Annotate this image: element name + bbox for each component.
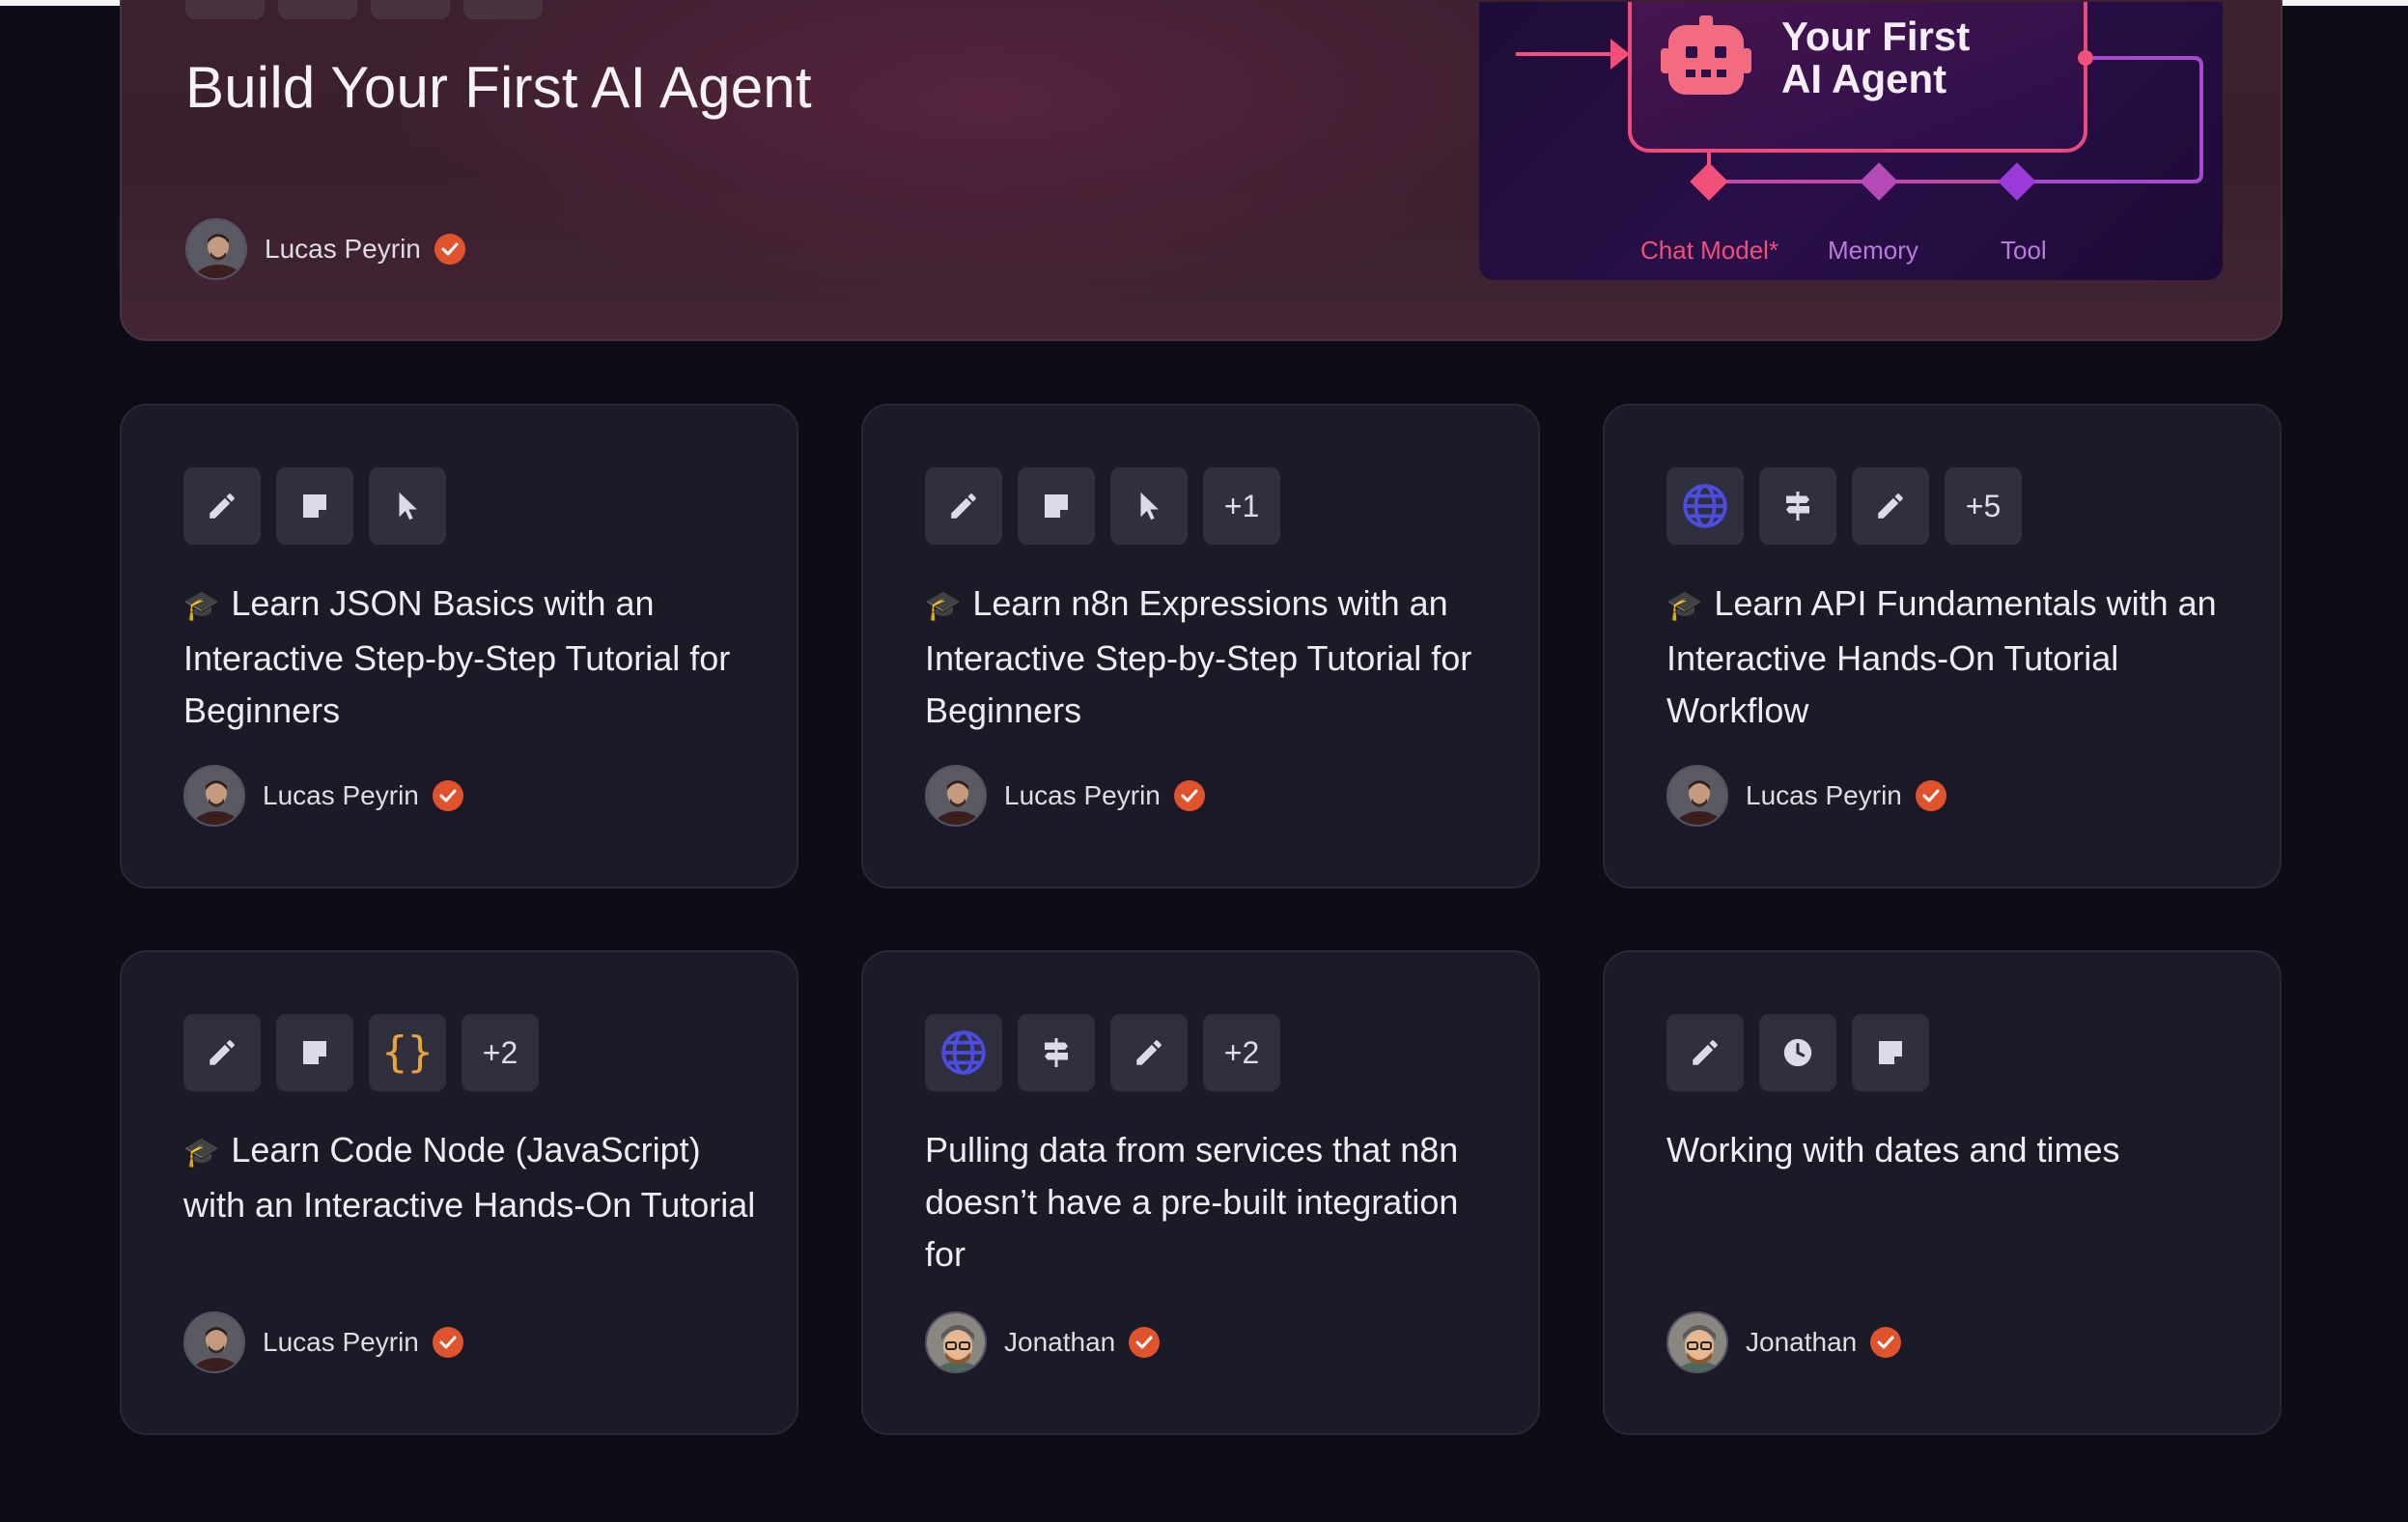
template-author[interactable]: Lucas Peyrin	[183, 765, 463, 827]
template-title[interactable]: 🎓 Learn n8n Expressions with an Interacti…	[925, 578, 1504, 737]
node-icons	[183, 467, 446, 545]
verified-badge-icon	[432, 1327, 463, 1358]
author-name: Jonathan	[1746, 1327, 1858, 1357]
avatar	[183, 1311, 245, 1373]
featured-template-card[interactable]: Build Your First AI Agent Lucas Peyrin Y…	[120, 0, 2282, 341]
pencil-icon	[183, 467, 261, 545]
node-chip	[371, 0, 450, 19]
template-card[interactable]: {} +2 🎓 Learn Code Node (JavaScript) with a…	[120, 950, 798, 1435]
sticky-note-icon	[276, 1014, 353, 1091]
tool-label: Tool	[2001, 236, 2047, 265]
cursor-icon	[1110, 467, 1188, 545]
node-chip	[463, 0, 543, 19]
signpost-icon	[1759, 467, 1836, 545]
template-title[interactable]: 🎓 Learn JSON Basics with an Interactive S…	[183, 578, 763, 737]
sticky-note-icon	[276, 467, 353, 545]
graduation-cap-icon: 🎓	[183, 590, 220, 622]
template-title-text: Learn Code Node (JavaScript) with an Int…	[183, 1130, 756, 1225]
template-title-text: Learn API Fundamentals with an Interacti…	[1666, 583, 2217, 730]
more-nodes-count: +5	[1945, 467, 2022, 545]
template-card[interactable]: +5 🎓 Learn API Fundamentals with an Intera…	[1603, 404, 2282, 888]
hero-node-chips	[185, 0, 543, 19]
template-author[interactable]: Jonathan	[1666, 1311, 1902, 1373]
pencil-icon	[1110, 1014, 1188, 1091]
template-title[interactable]: Pulling data from services that n8n does…	[925, 1124, 1504, 1281]
template-title-text: Working with dates and times	[1666, 1130, 2120, 1170]
avatar	[925, 1311, 987, 1373]
pencil-icon	[183, 1014, 261, 1091]
template-title-text: Learn JSON Basics with an Interactive St…	[183, 583, 731, 730]
verified-badge-icon	[1870, 1327, 1902, 1358]
verified-badge-icon	[432, 780, 463, 811]
template-card[interactable]: +1 🎓 Learn n8n Expressions with an Interac…	[861, 404, 1540, 888]
author-name: Lucas Peyrin	[265, 234, 421, 264]
node-icons: +1	[925, 467, 1280, 545]
memory-label: Memory	[1828, 236, 1918, 265]
signpost-icon	[1018, 1014, 1095, 1091]
verified-badge-icon	[1915, 780, 1946, 811]
author-name: Lucas Peyrin	[263, 780, 419, 810]
node-icons: +2	[925, 1014, 1280, 1091]
node-icons: +5	[1666, 467, 2022, 545]
more-nodes-count: +1	[1203, 467, 1280, 545]
author-name: Lucas Peyrin	[263, 1327, 419, 1357]
pencil-icon	[1666, 1014, 1744, 1091]
chat-model-label: Chat Model*	[1640, 236, 1779, 265]
avatar	[1666, 1311, 1728, 1373]
template-title[interactable]: 🎓 Learn Code Node (JavaScript) with an In…	[183, 1124, 763, 1231]
more-nodes-count: +2	[462, 1014, 539, 1091]
ai-agent-illustration: Your First AI Agent Chat Model* Memory T…	[1479, 2, 2223, 280]
template-title[interactable]: Working with dates and times	[1666, 1124, 2246, 1176]
template-card[interactable]: +2 Pulling data from services that n8n do…	[861, 950, 1540, 1435]
globe-icon	[925, 1014, 1002, 1091]
graduation-cap-icon: 🎓	[183, 1137, 220, 1169]
graduation-cap-icon: 🎓	[1666, 590, 1703, 622]
verified-badge-icon	[1129, 1327, 1161, 1358]
template-author[interactable]: Jonathan	[925, 1311, 1161, 1373]
pencil-icon	[925, 467, 1002, 545]
cursor-icon	[369, 467, 446, 545]
node-chip	[185, 0, 265, 19]
code-braces-icon: {}	[369, 1014, 446, 1091]
template-author[interactable]: Lucas Peyrin	[925, 765, 1205, 827]
verified-badge-icon	[1173, 780, 1205, 811]
node-chip	[278, 0, 357, 19]
illustration-title: Your First AI Agent	[1781, 14, 1971, 101]
verified-badge-icon	[434, 234, 465, 265]
template-title-text: Pulling data from services that n8n does…	[925, 1130, 1459, 1274]
sticky-note-icon	[1018, 467, 1095, 545]
avatar	[183, 765, 245, 827]
clock-icon	[1759, 1014, 1836, 1091]
featured-title[interactable]: Build Your First AI Agent	[185, 54, 812, 121]
template-card[interactable]: Working with dates and times Jonathan	[1603, 950, 2282, 1435]
author-name: Lucas Peyrin	[1746, 780, 1902, 810]
featured-author[interactable]: Lucas Peyrin	[185, 218, 465, 280]
sticky-note-icon	[1852, 1014, 1929, 1091]
author-name: Lucas Peyrin	[1004, 780, 1161, 810]
template-author[interactable]: Lucas Peyrin	[183, 1311, 463, 1373]
graduation-cap-icon: 🎓	[925, 590, 962, 622]
author-name: Jonathan	[1004, 1327, 1116, 1357]
node-icons	[1666, 1014, 1929, 1091]
template-title-text: Learn n8n Expressions with an Interactiv…	[925, 583, 1472, 730]
template-title[interactable]: 🎓 Learn API Fundamentals with an Interact…	[1666, 578, 2246, 737]
pencil-icon	[1852, 467, 1929, 545]
avatar	[1666, 765, 1728, 827]
avatar-lucas	[185, 218, 247, 280]
template-card[interactable]: 🎓 Learn JSON Basics with an Interactive S…	[120, 404, 798, 888]
node-icons: {} +2	[183, 1014, 539, 1091]
more-nodes-count: +2	[1203, 1014, 1280, 1091]
avatar	[925, 765, 987, 827]
globe-icon	[1666, 467, 1744, 545]
template-author[interactable]: Lucas Peyrin	[1666, 765, 1946, 827]
